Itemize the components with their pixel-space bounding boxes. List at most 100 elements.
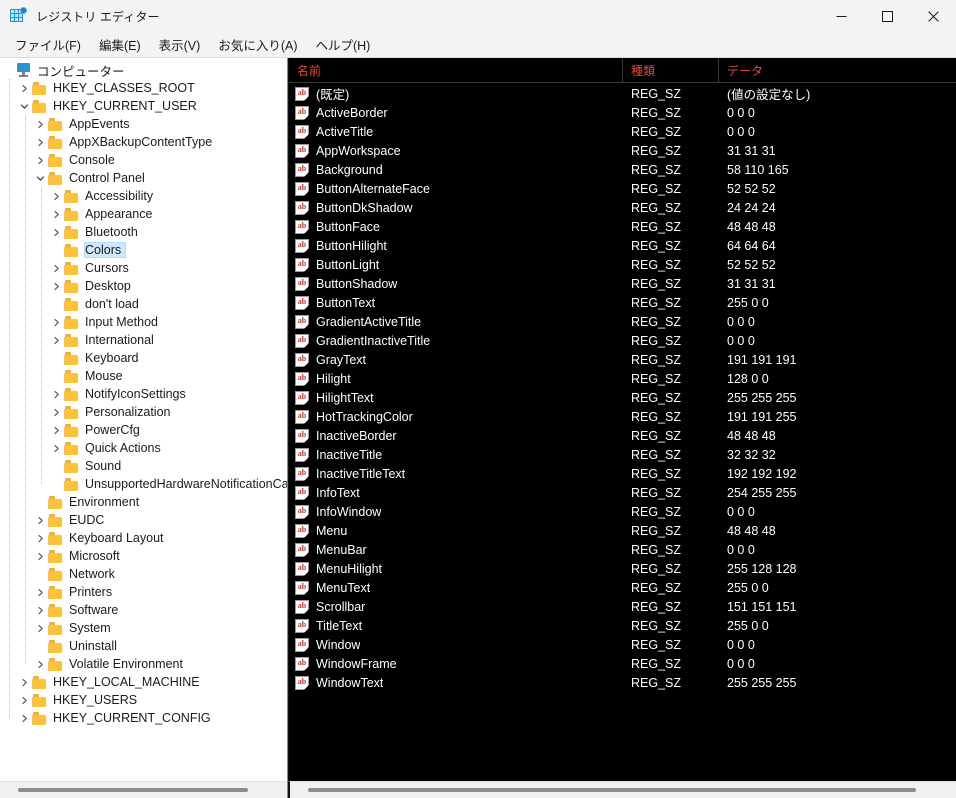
tree-node[interactable]: NotifyIconSettings bbox=[0, 385, 287, 403]
value-row[interactable]: ab InfoText REG_SZ 254 255 255 bbox=[289, 483, 956, 502]
menu-item-2[interactable]: 編集(E) bbox=[90, 32, 150, 57]
tree-node[interactable]: Network bbox=[0, 565, 287, 583]
value-row[interactable]: ab GradientActiveTitle REG_SZ 0 0 0 bbox=[289, 312, 956, 331]
chevron-right-icon[interactable] bbox=[48, 336, 64, 345]
chevron-right-icon[interactable] bbox=[48, 408, 64, 417]
chevron-right-icon[interactable] bbox=[16, 714, 32, 723]
value-row[interactable]: ab InfoWindow REG_SZ 0 0 0 bbox=[289, 502, 956, 521]
value-row[interactable]: ab TitleText REG_SZ 255 0 0 bbox=[289, 616, 956, 635]
tree-node[interactable]: Accessibility bbox=[0, 187, 287, 205]
tree-node[interactable]: Keyboard bbox=[0, 349, 287, 367]
chevron-right-icon[interactable] bbox=[32, 624, 48, 633]
chevron-right-icon[interactable] bbox=[48, 444, 64, 453]
tree-node[interactable]: Volatile Environment bbox=[0, 655, 287, 673]
chevron-right-icon[interactable] bbox=[16, 696, 32, 705]
tree-node[interactable]: PowerCfg bbox=[0, 421, 287, 439]
tree-node[interactable]: Bluetooth bbox=[0, 223, 287, 241]
chevron-right-icon[interactable] bbox=[32, 552, 48, 561]
tree-node[interactable]: Cursors bbox=[0, 259, 287, 277]
column-header-name[interactable]: 名前 bbox=[289, 58, 623, 82]
values-horizontal-scrollbar[interactable] bbox=[289, 781, 956, 798]
tree-node[interactable]: Desktop bbox=[0, 277, 287, 295]
chevron-right-icon[interactable] bbox=[32, 660, 48, 669]
tree-node[interactable]: HKEY_CURRENT_USER bbox=[0, 97, 287, 115]
value-row[interactable]: ab ButtonText REG_SZ 255 0 0 bbox=[289, 293, 956, 312]
tree-node[interactable]: HKEY_CLASSES_ROOT bbox=[0, 79, 287, 97]
value-row[interactable]: ab HilightText REG_SZ 255 255 255 bbox=[289, 388, 956, 407]
tree-node[interactable]: International bbox=[0, 331, 287, 349]
column-header-type[interactable]: 種類 bbox=[623, 58, 719, 82]
menu-item-3[interactable]: 表示(V) bbox=[150, 32, 210, 57]
chevron-down-icon[interactable] bbox=[16, 102, 32, 111]
tree-node[interactable]: HKEY_LOCAL_MACHINE bbox=[0, 673, 287, 691]
tree-node[interactable]: Console bbox=[0, 151, 287, 169]
chevron-right-icon[interactable] bbox=[32, 516, 48, 525]
tree-node[interactable]: Colors bbox=[0, 241, 287, 259]
menu-item-1[interactable]: ファイル(F) bbox=[6, 32, 90, 57]
tree-node[interactable]: Mouse bbox=[0, 367, 287, 385]
tree-scrollbar-thumb[interactable] bbox=[18, 788, 248, 792]
tree-node[interactable]: Uninstall bbox=[0, 637, 287, 655]
chevron-right-icon[interactable] bbox=[32, 156, 48, 165]
value-row[interactable]: ab Hilight REG_SZ 128 0 0 bbox=[289, 369, 956, 388]
chevron-right-icon[interactable] bbox=[32, 120, 48, 129]
value-row[interactable]: ab GrayText REG_SZ 191 191 191 bbox=[289, 350, 956, 369]
chevron-right-icon[interactable] bbox=[32, 588, 48, 597]
column-header-data[interactable]: データ bbox=[719, 58, 956, 82]
tree-node[interactable]: Microsoft bbox=[0, 547, 287, 565]
values-list[interactable]: ab (既定) REG_SZ (値の設定なし) ab ActiveBorder REG_SZ… bbox=[289, 83, 956, 781]
close-button[interactable] bbox=[910, 0, 956, 32]
tree-node[interactable]: don't load bbox=[0, 295, 287, 313]
value-row[interactable]: ab ButtonShadow REG_SZ 31 31 31 bbox=[289, 274, 956, 293]
value-row[interactable]: ab ButtonLight REG_SZ 52 52 52 bbox=[289, 255, 956, 274]
tree-node[interactable]: Personalization bbox=[0, 403, 287, 421]
value-row[interactable]: ab MenuText REG_SZ 255 0 0 bbox=[289, 578, 956, 597]
tree-node[interactable]: Input Method bbox=[0, 313, 287, 331]
chevron-right-icon[interactable] bbox=[16, 678, 32, 687]
value-row[interactable]: ab AppWorkspace REG_SZ 31 31 31 bbox=[289, 141, 956, 160]
chevron-right-icon[interactable] bbox=[32, 138, 48, 147]
tree-node[interactable]: Software bbox=[0, 601, 287, 619]
tree-node[interactable]: Control Panel bbox=[0, 169, 287, 187]
value-row[interactable]: ab ButtonDkShadow REG_SZ 24 24 24 bbox=[289, 198, 956, 217]
chevron-right-icon[interactable] bbox=[32, 606, 48, 615]
values-scrollbar-thumb[interactable] bbox=[308, 788, 916, 792]
value-row[interactable]: ab InactiveTitleText REG_SZ 192 192 192 bbox=[289, 464, 956, 483]
value-row[interactable]: ab InactiveTitle REG_SZ 32 32 32 bbox=[289, 445, 956, 464]
tree-node[interactable]: Quick Actions bbox=[0, 439, 287, 457]
tree-node[interactable]: Printers bbox=[0, 583, 287, 601]
maximize-button[interactable] bbox=[864, 0, 910, 32]
value-row[interactable]: ab ActiveTitle REG_SZ 0 0 0 bbox=[289, 122, 956, 141]
tree-node[interactable]: AppEvents bbox=[0, 115, 287, 133]
value-row[interactable]: ab MenuHilight REG_SZ 255 128 128 bbox=[289, 559, 956, 578]
value-row[interactable]: ab WindowFrame REG_SZ 0 0 0 bbox=[289, 654, 956, 673]
tree-node[interactable]: UnsupportedHardwareNotificationCache bbox=[0, 475, 287, 493]
tree-node[interactable]: HKEY_CURRENT_CONFIG bbox=[0, 709, 287, 727]
value-row[interactable]: ab Background REG_SZ 58 110 165 bbox=[289, 160, 956, 179]
value-row[interactable]: ab ButtonFace REG_SZ 48 48 48 bbox=[289, 217, 956, 236]
tree-node[interactable]: HKEY_USERS bbox=[0, 691, 287, 709]
menu-item-4[interactable]: お気に入り(A) bbox=[209, 32, 306, 57]
registry-tree[interactable]: コンピューター HKEY_CLASSES_ROOT HKEY_CURRENT_USE… bbox=[0, 58, 287, 781]
value-row[interactable]: ab InactiveBorder REG_SZ 48 48 48 bbox=[289, 426, 956, 445]
value-row[interactable]: ab HotTrackingColor REG_SZ 191 191 255 bbox=[289, 407, 956, 426]
chevron-right-icon[interactable] bbox=[48, 210, 64, 219]
tree-node[interactable]: System bbox=[0, 619, 287, 637]
minimize-button[interactable] bbox=[818, 0, 864, 32]
chevron-down-icon[interactable] bbox=[32, 174, 48, 183]
value-row[interactable]: ab WindowText REG_SZ 255 255 255 bbox=[289, 673, 956, 692]
tree-node[interactable]: コンピューター bbox=[0, 61, 287, 79]
menu-item-5[interactable]: ヘルプ(H) bbox=[306, 32, 379, 57]
chevron-right-icon[interactable] bbox=[48, 192, 64, 201]
chevron-right-icon[interactable] bbox=[48, 318, 64, 327]
value-row[interactable]: ab ButtonAlternateFace REG_SZ 52 52 52 bbox=[289, 179, 956, 198]
value-row[interactable]: ab ButtonHilight REG_SZ 64 64 64 bbox=[289, 236, 956, 255]
chevron-right-icon[interactable] bbox=[48, 282, 64, 291]
tree-node[interactable]: Appearance bbox=[0, 205, 287, 223]
tree-horizontal-scrollbar[interactable] bbox=[0, 781, 287, 798]
value-row[interactable]: ab (既定) REG_SZ (値の設定なし) bbox=[289, 84, 956, 103]
value-row[interactable]: ab Window REG_SZ 0 0 0 bbox=[289, 635, 956, 654]
value-row[interactable]: ab ActiveBorder REG_SZ 0 0 0 bbox=[289, 103, 956, 122]
chevron-right-icon[interactable] bbox=[48, 264, 64, 273]
tree-node[interactable]: AppXBackupContentType bbox=[0, 133, 287, 151]
